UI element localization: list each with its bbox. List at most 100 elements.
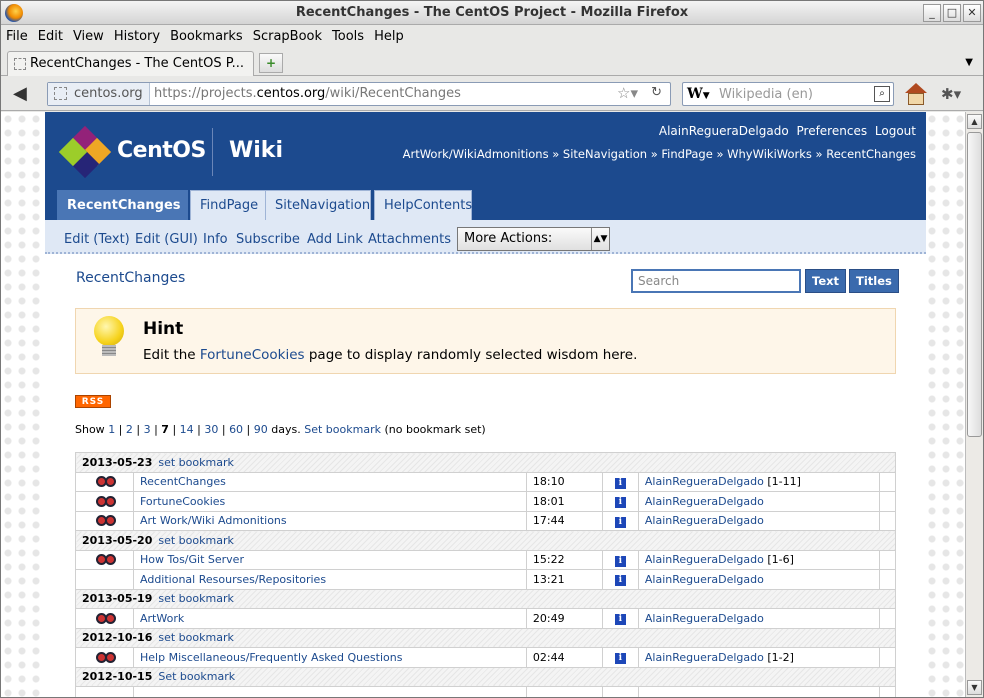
go-arrow-icon[interactable]: ↻ — [651, 85, 662, 100]
set-bookmark-link[interactable]: set bookmark — [158, 631, 233, 644]
menu-view[interactable]: View — [68, 26, 109, 47]
scroll-up-icon[interactable]: ▲ — [967, 114, 982, 129]
breadcrumb[interactable]: ArtWork/WikiAdmonitions » SiteNavigation… — [403, 147, 916, 161]
page-link[interactable]: How Tos/Git Server — [140, 553, 244, 566]
select-arrow-icon: ▲▼ — [591, 228, 609, 250]
scrollbar[interactable]: ▲ ▼ — [965, 112, 983, 697]
tab-findpage[interactable]: FindPage — [190, 190, 272, 220]
page-link[interactable]: Additional Resourses/Repositories — [140, 573, 326, 586]
info-icon[interactable]: i — [614, 555, 626, 567]
table-row: Help Miscellaneous/Frequently Asked Ques… — [75, 647, 896, 668]
tab-sitenavigation[interactable]: SiteNavigation — [265, 190, 371, 220]
title-bar: RecentChanges - The CentOS Project - Moz… — [1, 1, 983, 25]
site-identity-button[interactable]: centos.org — [48, 83, 150, 105]
diff-glasses-icon[interactable] — [95, 612, 116, 624]
set-bookmark-link[interactable]: set bookmark — [158, 534, 233, 547]
url-bar[interactable]: centos.org https://projects.centos.org/w… — [47, 82, 671, 106]
edit-gui-link[interactable]: Edit (GUI) — [135, 232, 198, 247]
info-icon[interactable]: i — [614, 497, 626, 509]
days-link[interactable]: 2 — [126, 423, 133, 436]
home-icon[interactable] — [904, 82, 928, 106]
days-link[interactable]: 90 — [254, 423, 268, 436]
user-link[interactable]: AlainRegueraDelgado — [659, 124, 789, 138]
info-icon[interactable]: i — [614, 653, 626, 665]
days-link[interactable]: 60 — [229, 423, 243, 436]
rss-icon[interactable]: RSS — [75, 395, 111, 408]
diff-glasses-icon[interactable] — [95, 495, 116, 507]
new-tab-button[interactable]: + — [259, 53, 283, 73]
logout-link[interactable]: Logout — [875, 124, 916, 138]
menu-file[interactable]: File — [1, 26, 33, 47]
wiki-title[interactable]: Wiki — [229, 138, 283, 163]
page-link[interactable]: Help Miscellaneous/Frequently Asked Ques… — [140, 651, 402, 664]
more-actions-select[interactable]: More Actions: ▲▼ — [457, 227, 610, 251]
info-link[interactable]: Info — [203, 232, 228, 247]
text-search-button[interactable]: Text — [805, 269, 847, 293]
back-arrow-icon[interactable]: ◀ — [13, 83, 27, 104]
menu-help[interactable]: Help — [369, 26, 409, 47]
editor-link[interactable]: AlainRegueraDelgado — [645, 475, 764, 488]
diff-glasses-icon[interactable] — [95, 514, 116, 527]
menu-edit[interactable]: Edit — [33, 26, 68, 47]
attachments-link[interactable]: Attachments — [368, 232, 451, 247]
editor-link[interactable]: AlainRegueraDelgado — [645, 612, 764, 625]
editor-link[interactable]: AlainRegueraDelgado — [645, 514, 764, 527]
tab-list-chevron-down-icon[interactable]: ▼ — [965, 57, 973, 68]
days-link[interactable]: 14 — [180, 423, 194, 436]
diff-glasses-icon[interactable] — [95, 651, 116, 663]
browser-tab[interactable]: RecentChanges - The CentOS P... — [7, 51, 254, 76]
tab-recentchanges[interactable]: RecentChanges — [57, 190, 188, 220]
info-icon[interactable]: i — [614, 614, 626, 626]
centos-logo-icon[interactable] — [58, 125, 112, 179]
subscribe-link[interactable]: Subscribe — [236, 232, 300, 247]
days-link[interactable]: 3 — [144, 423, 151, 436]
info-icon[interactable]: i — [614, 516, 626, 528]
editor-link[interactable]: AlainRegueraDelgado — [645, 651, 764, 664]
site-identity-icon — [54, 87, 67, 100]
page-link[interactable]: FortuneCookies — [140, 495, 225, 508]
editor-link[interactable]: AlainRegueraDelgado — [645, 553, 764, 566]
scroll-down-icon[interactable]: ▼ — [967, 680, 982, 695]
minimize-button[interactable]: _ — [923, 4, 941, 22]
edit-text-link[interactable]: Edit (Text) — [64, 232, 130, 247]
fortunecookies-link[interactable]: FortuneCookies — [200, 347, 305, 363]
page-link[interactable]: RecentChanges — [140, 475, 226, 488]
page-link[interactable]: ArtWork — [140, 612, 184, 625]
page-link[interactable]: Art Work/Wiki Admonitions — [140, 514, 287, 527]
set-bookmark-link[interactable]: Set bookmark — [304, 423, 381, 436]
wiki-header: CentOS Wiki AlainRegueraDelgado Preferen… — [45, 112, 926, 220]
set-bookmark-link[interactable]: set bookmark — [158, 456, 233, 469]
change-time — [525, 686, 603, 697]
titles-search-button[interactable]: Titles — [849, 269, 899, 293]
edit-count: [1-6] — [767, 553, 794, 567]
info-icon[interactable]: i — [614, 477, 626, 489]
maximize-button[interactable]: □ — [943, 4, 961, 22]
menu-scrapbook[interactable]: ScrapBook — [248, 26, 327, 47]
search-engine-box[interactable]: W▼ Wikipedia (en) ⌕ — [682, 82, 894, 106]
close-button[interactable]: ✕ — [963, 4, 981, 22]
scroll-thumb[interactable] — [967, 132, 982, 437]
menu-history[interactable]: History — [109, 26, 165, 47]
info-icon[interactable]: i — [614, 575, 626, 587]
days-link[interactable]: 30 — [204, 423, 218, 436]
tab-helpcontents[interactable]: HelpContents — [374, 190, 472, 220]
editor-link[interactable]: AlainRegueraDelgado — [645, 495, 764, 508]
diff-glasses-icon[interactable] — [95, 553, 116, 566]
logo-text[interactable]: CentOS — [117, 138, 206, 163]
table-row: FortuneCookies 18:01 i AlainRegueraDelgado — [75, 491, 896, 512]
menu-tools[interactable]: Tools — [327, 26, 369, 47]
firebug-icon[interactable]: ✱▾ — [941, 85, 961, 103]
wikipedia-engine-icon[interactable]: W▼ — [687, 86, 710, 102]
search-icon[interactable]: ⌕ — [874, 86, 890, 102]
editor-link[interactable]: AlainRegueraDelgado — [645, 573, 764, 586]
add-link-link[interactable]: Add Link — [307, 232, 363, 247]
set-bookmark-link[interactable]: set bookmark — [158, 592, 233, 605]
page-title[interactable]: RecentChanges — [76, 270, 185, 286]
bookmark-star-icon[interactable]: ☆▾ — [617, 84, 638, 102]
preferences-link[interactable]: Preferences — [797, 124, 868, 138]
menu-bookmarks[interactable]: Bookmarks — [165, 26, 248, 47]
search-input[interactable]: Search — [631, 269, 801, 293]
diff-glasses-icon[interactable] — [95, 475, 116, 488]
days-link[interactable]: 1 — [108, 423, 115, 436]
set-bookmark-link[interactable]: Set bookmark — [158, 670, 235, 683]
